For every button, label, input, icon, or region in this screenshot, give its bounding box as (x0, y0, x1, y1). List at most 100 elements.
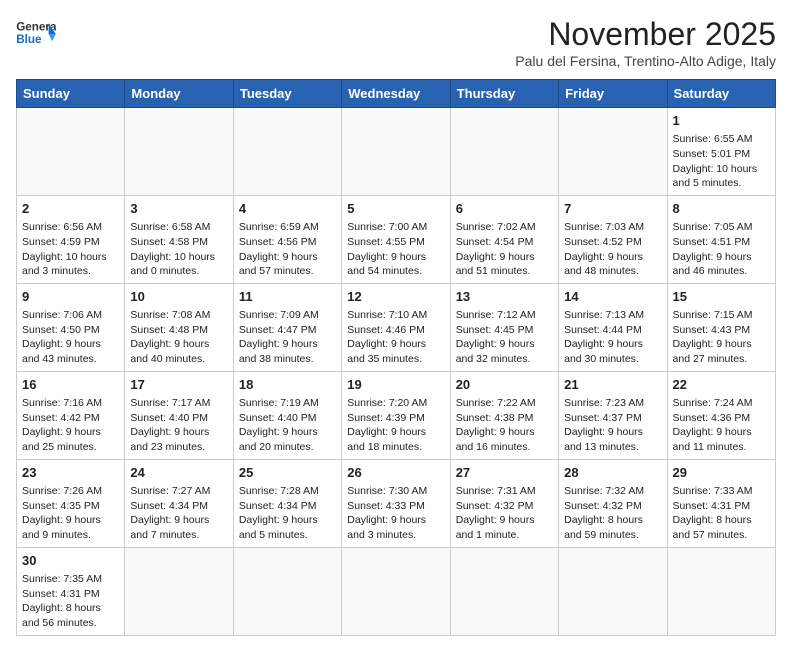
day-info: Sunrise: 7:22 AM Sunset: 4:38 PM Dayligh… (456, 397, 536, 453)
day-number: 16 (22, 376, 119, 394)
day-info: Sunrise: 7:12 AM Sunset: 4:45 PM Dayligh… (456, 309, 536, 365)
day-number: 8 (673, 200, 770, 218)
calendar-cell: 13 Sunrise: 7:12 AM Sunset: 4:45 PM Dayli… (450, 283, 558, 371)
day-number: 7 (564, 200, 661, 218)
calendar-cell: 17 Sunrise: 7:17 AM Sunset: 4:40 PM Dayli… (125, 371, 233, 459)
calendar-cell: 15Sunrise: 7:15 AM Sunset: 4:43 PM Dayli… (667, 283, 775, 371)
calendar-cell: 4 Sunrise: 6:59 AM Sunset: 4:56 PM Daylig… (233, 195, 341, 283)
day-number: 25 (239, 464, 336, 482)
calendar-cell (559, 108, 667, 196)
calendar-cell: 8 Sunrise: 7:05 AM Sunset: 4:51 PM Daylig… (667, 195, 775, 283)
calendar-week-row: 1 Sunrise: 6:55 AM Sunset: 5:01 PM Daylig… (17, 108, 776, 196)
day-number: 10 (130, 288, 227, 306)
calendar-cell: 25 Sunrise: 7:28 AM Sunset: 4:34 PM Dayli… (233, 459, 341, 547)
calendar-header-monday: Monday (125, 80, 233, 108)
calendar-week-row: 9 Sunrise: 7:06 AM Sunset: 4:50 PM Daylig… (17, 283, 776, 371)
calendar-header-friday: Friday (559, 80, 667, 108)
day-info: Sunrise: 6:58 AM Sunset: 4:58 PM Dayligh… (130, 221, 215, 277)
day-info: Sunrise: 7:32 AM Sunset: 4:32 PM Dayligh… (564, 485, 644, 541)
calendar-cell: 22 Sunrise: 7:24 AM Sunset: 4:36 PM Dayli… (667, 371, 775, 459)
calendar-cell (17, 108, 125, 196)
day-number: 28 (564, 464, 661, 482)
day-number: 1 (673, 112, 770, 130)
day-info: Sunrise: 7:06 AM Sunset: 4:50 PM Dayligh… (22, 309, 102, 365)
day-info: Sunrise: 7:20 AM Sunset: 4:39 PM Dayligh… (347, 397, 427, 453)
calendar-header-saturday: Saturday (667, 80, 775, 108)
day-number: 29 (673, 464, 770, 482)
day-number: 9 (22, 288, 119, 306)
day-number: 22 (673, 376, 770, 394)
day-info: Sunrise: 6:56 AM Sunset: 4:59 PM Dayligh… (22, 221, 107, 277)
day-info: Sunrise: 7:30 AM Sunset: 4:33 PM Dayligh… (347, 485, 427, 541)
day-info: Sunrise: 7:03 AM Sunset: 4:52 PM Dayligh… (564, 221, 644, 277)
location-subtitle: Palu del Fersina, Trentino-Alto Adige, I… (515, 53, 776, 69)
calendar-cell: 26Sunrise: 7:30 AM Sunset: 4:33 PM Dayli… (342, 459, 450, 547)
title-block: November 2025 Palu del Fersina, Trentino… (515, 16, 776, 69)
month-title: November 2025 (515, 16, 776, 53)
day-number: 12 (347, 288, 444, 306)
day-info: Sunrise: 7:17 AM Sunset: 4:40 PM Dayligh… (130, 397, 210, 453)
day-number: 30 (22, 552, 119, 570)
calendar-cell: 16Sunrise: 7:16 AM Sunset: 4:42 PM Dayli… (17, 371, 125, 459)
calendar-cell: 12Sunrise: 7:10 AM Sunset: 4:46 PM Dayli… (342, 283, 450, 371)
calendar-header-sunday: Sunday (17, 80, 125, 108)
generalblue-logo-icon: General Blue (16, 16, 56, 52)
day-info: Sunrise: 7:27 AM Sunset: 4:34 PM Dayligh… (130, 485, 210, 541)
day-number: 14 (564, 288, 661, 306)
calendar-cell: 21Sunrise: 7:23 AM Sunset: 4:37 PM Dayli… (559, 371, 667, 459)
calendar-week-row: 2Sunrise: 6:56 AM Sunset: 4:59 PM Daylig… (17, 195, 776, 283)
calendar-cell: 18Sunrise: 7:19 AM Sunset: 4:40 PM Dayli… (233, 371, 341, 459)
calendar-cell (125, 547, 233, 635)
day-info: Sunrise: 7:24 AM Sunset: 4:36 PM Dayligh… (673, 397, 753, 453)
calendar-cell (233, 108, 341, 196)
day-number: 19 (347, 376, 444, 394)
calendar-cell: 7 Sunrise: 7:03 AM Sunset: 4:52 PM Daylig… (559, 195, 667, 283)
day-number: 24 (130, 464, 227, 482)
day-number: 20 (456, 376, 553, 394)
calendar-cell (667, 547, 775, 635)
calendar-week-row: 16Sunrise: 7:16 AM Sunset: 4:42 PM Dayli… (17, 371, 776, 459)
day-info: Sunrise: 7:28 AM Sunset: 4:34 PM Dayligh… (239, 485, 319, 541)
day-info: Sunrise: 7:33 AM Sunset: 4:31 PM Dayligh… (673, 485, 753, 541)
calendar-cell: 20 Sunrise: 7:22 AM Sunset: 4:38 PM Dayli… (450, 371, 558, 459)
day-number: 17 (130, 376, 227, 394)
calendar-cell: 14Sunrise: 7:13 AM Sunset: 4:44 PM Dayli… (559, 283, 667, 371)
day-info: Sunrise: 7:02 AM Sunset: 4:54 PM Dayligh… (456, 221, 536, 277)
calendar-cell: 3Sunrise: 6:58 AM Sunset: 4:58 PM Daylig… (125, 195, 233, 283)
calendar-cell: 10Sunrise: 7:08 AM Sunset: 4:48 PM Dayli… (125, 283, 233, 371)
calendar-cell: 2Sunrise: 6:56 AM Sunset: 4:59 PM Daylig… (17, 195, 125, 283)
day-info: Sunrise: 7:09 AM Sunset: 4:47 PM Dayligh… (239, 309, 319, 365)
calendar-cell (450, 108, 558, 196)
calendar-table: SundayMondayTuesdayWednesdayThursdayFrid… (16, 79, 776, 636)
calendar-header-wednesday: Wednesday (342, 80, 450, 108)
day-info: Sunrise: 7:15 AM Sunset: 4:43 PM Dayligh… (673, 309, 753, 365)
day-info: Sunrise: 7:31 AM Sunset: 4:32 PM Dayligh… (456, 485, 536, 541)
day-number: 23 (22, 464, 119, 482)
day-info: Sunrise: 7:35 AM Sunset: 4:31 PM Dayligh… (22, 573, 102, 629)
day-info: Sunrise: 6:55 AM Sunset: 5:01 PM Dayligh… (673, 133, 758, 189)
day-number: 4 (239, 200, 336, 218)
calendar-cell: 5Sunrise: 7:00 AM Sunset: 4:55 PM Daylig… (342, 195, 450, 283)
day-number: 6 (456, 200, 553, 218)
calendar-week-row: 23Sunrise: 7:26 AM Sunset: 4:35 PM Dayli… (17, 459, 776, 547)
calendar-cell: 19 Sunrise: 7:20 AM Sunset: 4:39 PM Dayli… (342, 371, 450, 459)
calendar-cell: 6 Sunrise: 7:02 AM Sunset: 4:54 PM Daylig… (450, 195, 558, 283)
calendar-cell (559, 547, 667, 635)
day-number: 27 (456, 464, 553, 482)
calendar-cell (342, 547, 450, 635)
day-number: 5 (347, 200, 444, 218)
calendar-header-row: SundayMondayTuesdayWednesdayThursdayFrid… (17, 80, 776, 108)
calendar-cell (233, 547, 341, 635)
day-info: Sunrise: 7:05 AM Sunset: 4:51 PM Dayligh… (673, 221, 753, 277)
calendar-cell: 24 Sunrise: 7:27 AM Sunset: 4:34 PM Dayli… (125, 459, 233, 547)
calendar-cell: 9 Sunrise: 7:06 AM Sunset: 4:50 PM Daylig… (17, 283, 125, 371)
calendar-cell: 29 Sunrise: 7:33 AM Sunset: 4:31 PM Dayli… (667, 459, 775, 547)
calendar-cell: 30 Sunrise: 7:35 AM Sunset: 4:31 PM Dayli… (17, 547, 125, 635)
page-header: General Blue November 2025 Palu del Fers… (16, 16, 776, 69)
day-info: Sunrise: 6:59 AM Sunset: 4:56 PM Dayligh… (239, 221, 319, 277)
calendar-cell: 23Sunrise: 7:26 AM Sunset: 4:35 PM Dayli… (17, 459, 125, 547)
day-number: 11 (239, 288, 336, 306)
day-info: Sunrise: 7:19 AM Sunset: 4:40 PM Dayligh… (239, 397, 319, 453)
day-number: 13 (456, 288, 553, 306)
calendar-cell (342, 108, 450, 196)
